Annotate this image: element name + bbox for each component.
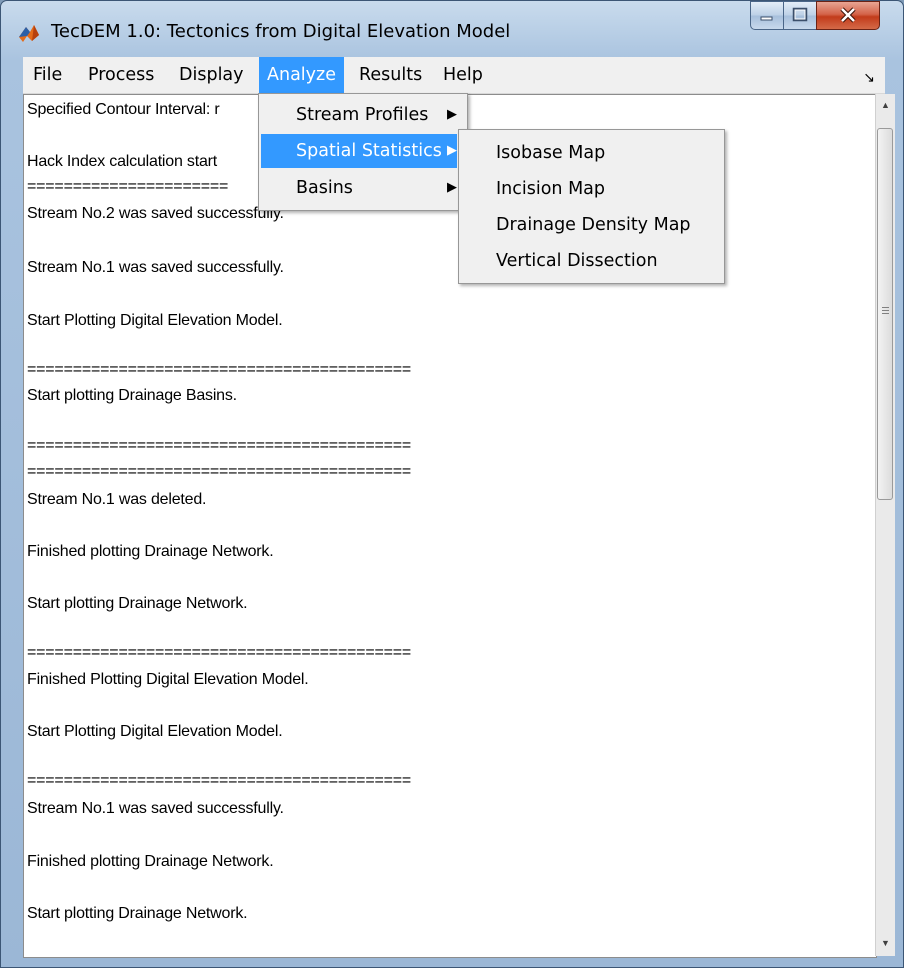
maximize-icon — [792, 7, 808, 22]
menu-item-label: Stream Profiles — [296, 105, 429, 125]
log-line: ========================================… — [27, 463, 412, 480]
menu-display[interactable]: Display — [171, 57, 252, 93]
menu-file[interactable]: File — [25, 57, 70, 93]
log-line: Start plotting Drainage Network. — [27, 905, 248, 922]
grip-icon — [882, 307, 889, 308]
log-line: Finished Plotting Digital Elevation Mode… — [27, 671, 309, 688]
log-line: Start plotting Drainage Network. — [27, 595, 248, 612]
menu-item-vertical-dissection[interactable]: Vertical Dissection — [461, 244, 722, 278]
log-output[interactable]: Specified Contour Interval: r Hack Index… — [23, 94, 877, 958]
menu-item-incision-map[interactable]: Incision Map — [461, 172, 722, 206]
log-line: Start Plotting Digital Elevation Model. — [27, 312, 283, 329]
submenu-arrow-icon: ▶ — [447, 143, 457, 158]
menu-item-drainage-density-map[interactable]: Drainage Density Map — [461, 208, 722, 242]
log-line: Stream No.1 was deleted. — [27, 491, 207, 508]
menu-item-label: Vertical Dissection — [496, 251, 658, 271]
menubar-chevron-icon[interactable]: ↘ — [863, 59, 875, 95]
app-window: TecDEM 1.0: Tectonics from Digital Eleva… — [0, 0, 904, 968]
log-line: ========================================… — [27, 772, 412, 789]
menu-item-label: Basins — [296, 178, 353, 198]
scroll-down-arrow-icon[interactable]: ▼ — [876, 934, 895, 953]
matlab-logo-icon — [19, 25, 39, 42]
log-line: Stream No.2 was saved successfully. — [27, 205, 284, 222]
log-line: Finished plotting Drainage Network. — [27, 853, 274, 870]
spatial-statistics-submenu: Isobase Map Incision Map Drainage Densit… — [458, 129, 725, 284]
window-title: TecDEM 1.0: Tectonics from Digital Eleva… — [51, 21, 511, 42]
log-line: Stream No.1 was saved successfully. — [27, 800, 284, 817]
menu-results[interactable]: Results — [351, 57, 430, 93]
log-line: ========================================… — [27, 437, 412, 454]
log-line: Finished plotting Drainage Network. — [27, 543, 274, 560]
menu-item-spatial-statistics[interactable]: Spatial Statistics ▶ — [261, 134, 457, 168]
close-icon — [840, 7, 856, 23]
submenu-arrow-icon: ▶ — [447, 107, 457, 122]
maximize-button[interactable] — [783, 1, 817, 30]
menu-bar: File Process Display Analyze Results Hel… — [23, 57, 885, 94]
vertical-scrollbar[interactable]: ▲ ▼ — [875, 94, 895, 956]
minimize-button[interactable] — [750, 1, 784, 30]
menu-item-stream-profiles[interactable]: Stream Profiles ▶ — [261, 98, 465, 132]
minimize-icon — [760, 16, 773, 21]
log-line: ====================== — [27, 178, 229, 195]
menu-item-label: Isobase Map — [496, 143, 606, 163]
menu-analyze[interactable]: Analyze — [259, 57, 344, 93]
menu-item-label: Spatial Statistics — [296, 141, 442, 161]
log-line: ========================================… — [27, 361, 412, 378]
scroll-up-arrow-icon[interactable]: ▲ — [876, 96, 895, 115]
log-line: Stream No.1 was saved successfully. — [27, 259, 284, 276]
menu-item-isobase-map[interactable]: Isobase Map — [461, 136, 722, 170]
scrollbar-thumb[interactable] — [877, 128, 893, 500]
close-button[interactable] — [816, 1, 880, 30]
log-line: Specified Contour Interval: r — [27, 101, 220, 118]
menu-help[interactable]: Help — [435, 57, 491, 93]
title-bar[interactable]: TecDEM 1.0: Tectonics from Digital Eleva… — [1, 1, 903, 53]
log-line: Start Plotting Digital Elevation Model. — [27, 723, 283, 740]
menu-item-label: Incision Map — [496, 179, 606, 199]
menu-item-basins[interactable]: Basins ▶ — [261, 171, 465, 205]
menu-item-label: Drainage Density Map — [496, 215, 691, 235]
analyze-dropdown: Stream Profiles ▶ Spatial Statistics ▶ B… — [258, 93, 468, 211]
log-line: Hack Index calculation start — [27, 153, 218, 170]
submenu-arrow-icon: ▶ — [447, 180, 457, 195]
log-line: ========================================… — [27, 644, 412, 661]
menu-process[interactable]: Process — [80, 57, 162, 93]
log-line: Start plotting Drainage Basins. — [27, 387, 237, 404]
